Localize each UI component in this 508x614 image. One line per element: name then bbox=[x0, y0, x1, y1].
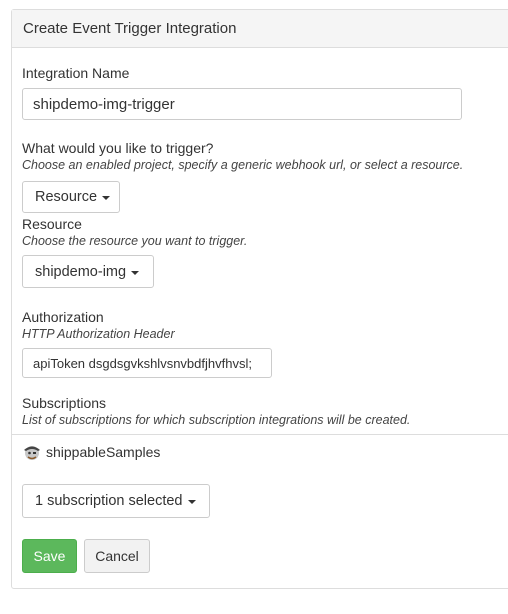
cancel-button[interactable]: Cancel bbox=[84, 539, 150, 573]
trigger-type-dropdown[interactable]: Resource bbox=[22, 181, 120, 213]
resource-help: Choose the resource you want to trigger. bbox=[22, 234, 248, 248]
integration-name-input[interactable] bbox=[22, 88, 462, 120]
subscriptions-selected: 1 subscription selected bbox=[35, 493, 183, 509]
trigger-type-help: Choose an enabled project, specify a gen… bbox=[22, 158, 464, 172]
pirate-avatar-icon bbox=[24, 446, 40, 460]
trigger-type-label: What would you like to trigger? bbox=[22, 140, 214, 156]
caret-down-icon bbox=[187, 500, 196, 504]
panel-heading: Create Event Trigger Integration bbox=[12, 10, 508, 48]
subscriptions-divider bbox=[11, 434, 508, 435]
caret-down-icon bbox=[102, 196, 111, 200]
resource-selected: shipdemo-img bbox=[35, 263, 127, 280]
trigger-type-selected: Resource bbox=[35, 189, 98, 205]
authorization-label: Authorization bbox=[22, 309, 104, 325]
authorization-help: HTTP Authorization Header bbox=[22, 327, 175, 341]
subscriptions-label: Subscriptions bbox=[22, 395, 107, 411]
panel-title: Create Event Trigger Integration bbox=[23, 20, 237, 37]
subscription-org: shippableSamples bbox=[22, 442, 160, 462]
authorization-input[interactable] bbox=[22, 348, 272, 378]
subscriptions-dropdown[interactable]: 1 subscription selected bbox=[22, 484, 210, 518]
subscriptions-help: List of subscriptions for which subscrip… bbox=[22, 413, 411, 427]
save-button[interactable]: Save bbox=[22, 539, 77, 573]
resource-label: Resource bbox=[22, 216, 82, 232]
integration-name-label: Integration Name bbox=[22, 65, 130, 81]
caret-down-icon bbox=[131, 270, 140, 275]
resource-dropdown[interactable]: shipdemo-img bbox=[22, 255, 154, 288]
subscription-org-name: shippableSamples bbox=[46, 444, 161, 460]
